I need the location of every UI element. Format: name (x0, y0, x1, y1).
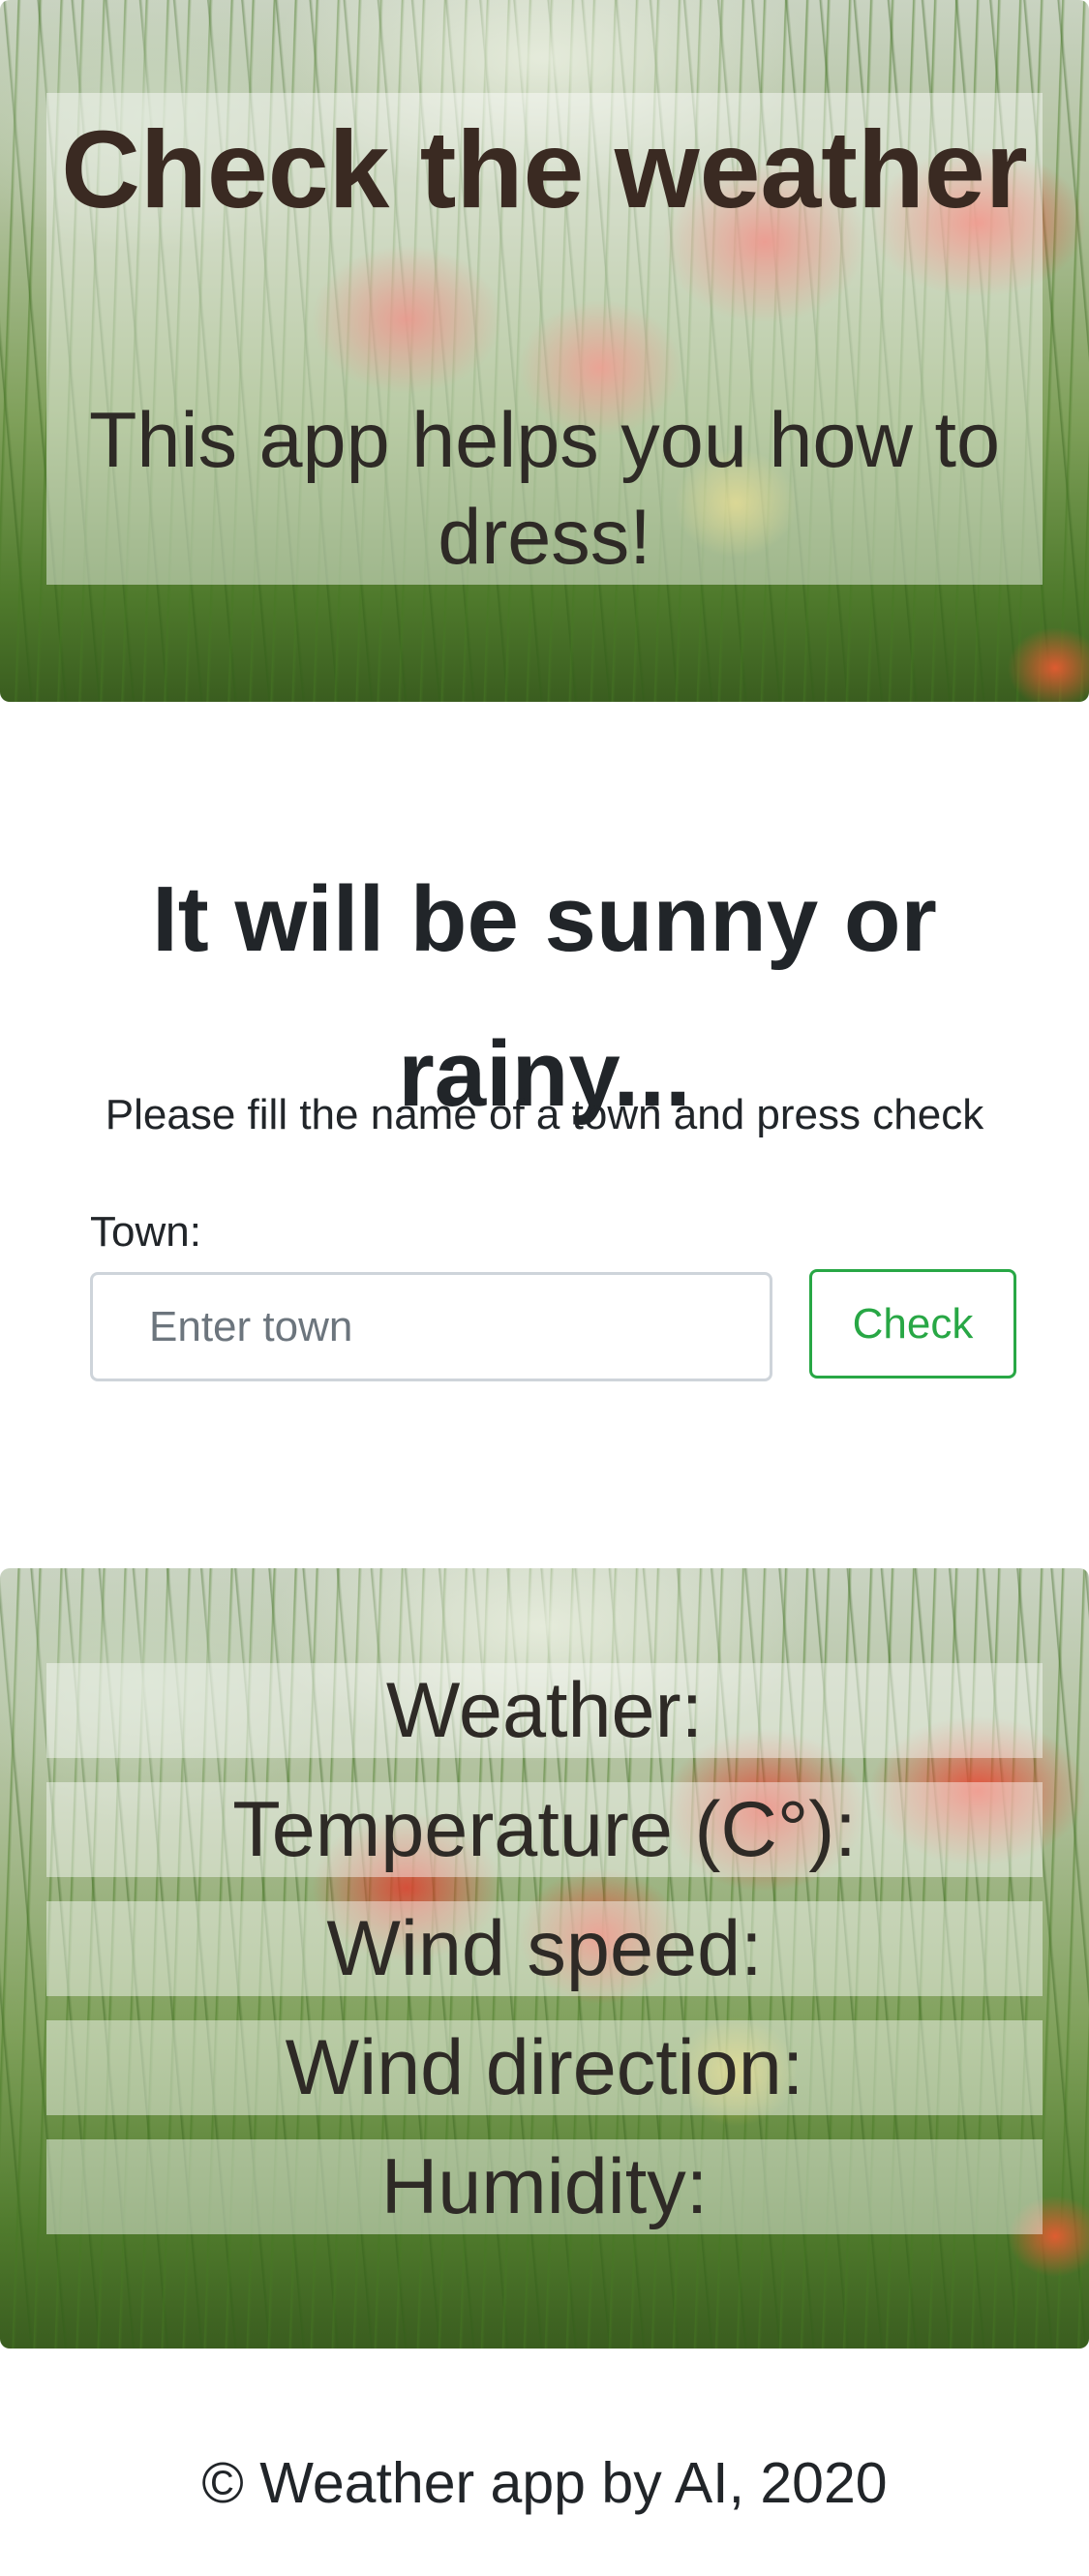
footer-copyright: © Weather app by AI, 2020 (201, 2451, 888, 2515)
instruction-text: Please fill the name of a town and press… (105, 1091, 984, 1138)
page-title: Check the weather (61, 108, 1028, 230)
wind-speed-row: Wind speed: (46, 1901, 1043, 1996)
town-input[interactable] (90, 1272, 772, 1381)
weather-app-page: Check the weather This app helps you how… (0, 0, 1089, 2576)
page-subtitle: This app helps you how to dress! (88, 397, 1001, 581)
check-button[interactable]: Check (809, 1269, 1016, 1379)
town-label: Town: (90, 1208, 201, 1256)
humidity-row: Humidity: (46, 2139, 1043, 2234)
temperature-row: Temperature (C°): (46, 1782, 1043, 1877)
weather-row: Weather: (46, 1663, 1043, 1758)
wind-direction-row: Wind direction: (46, 2020, 1043, 2115)
